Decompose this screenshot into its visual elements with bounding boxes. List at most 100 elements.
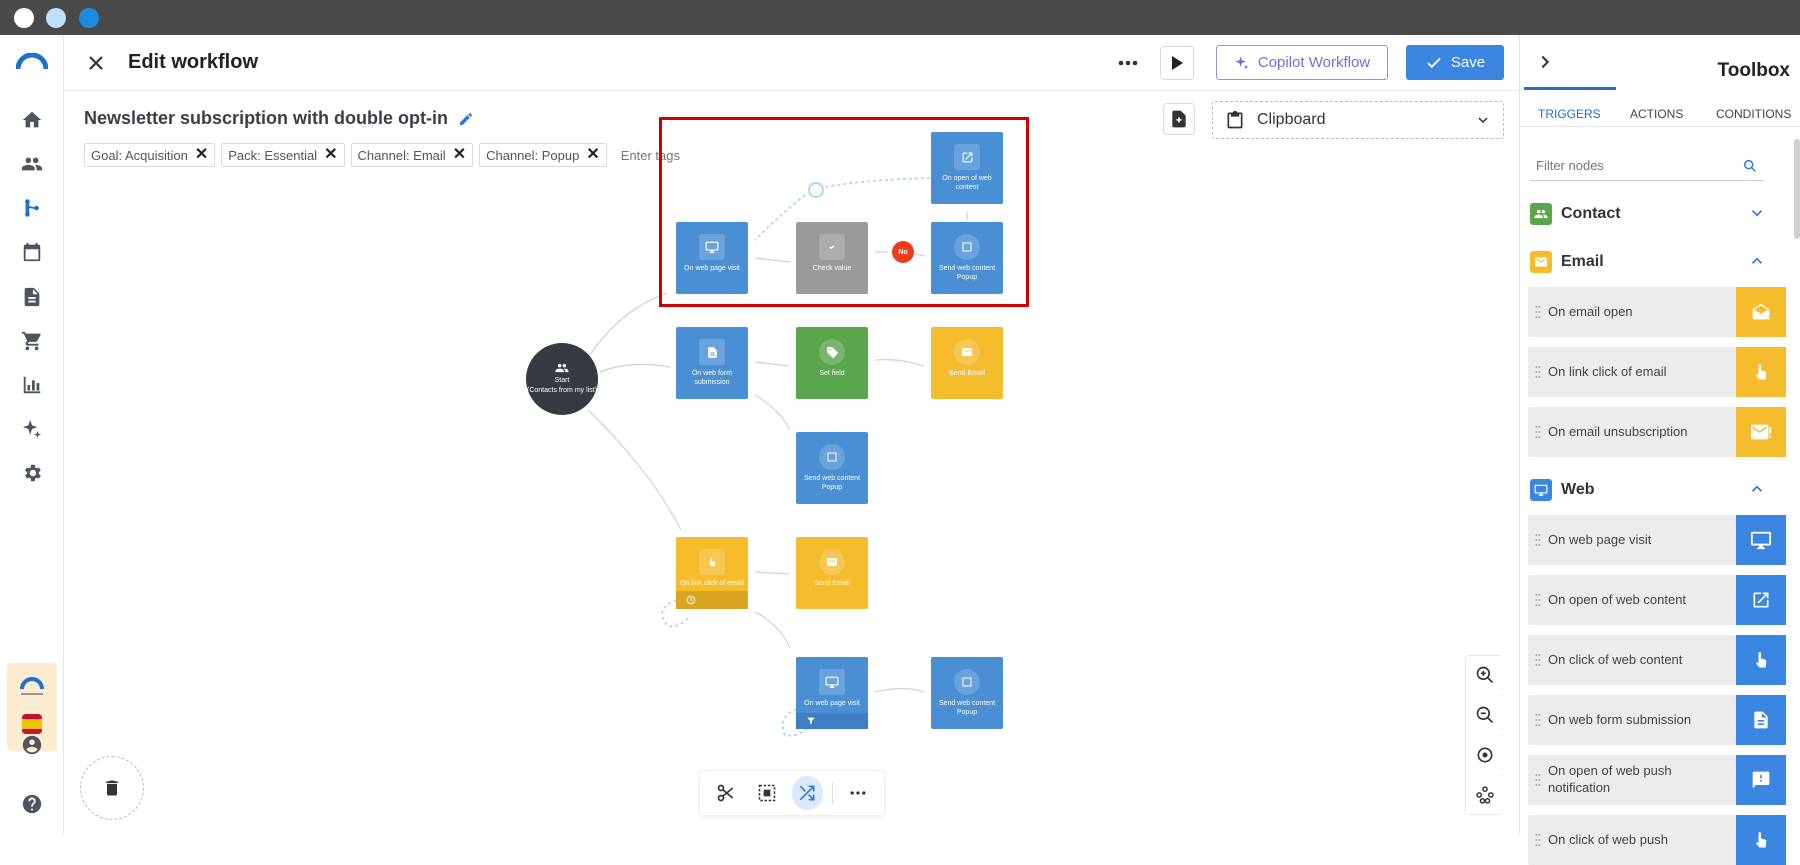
collapse-panel-icon[interactable] — [1534, 51, 1556, 73]
connector — [874, 687, 925, 693]
node-web-page-visit[interactable]: On web page visit — [676, 222, 748, 294]
popup-icon — [954, 234, 980, 260]
bar-chart-icon[interactable] — [20, 373, 44, 397]
toolbox-item-link-click-email[interactable]: On link click of email — [1528, 347, 1786, 397]
node-send-popup[interactable]: Send web content Popup — [931, 657, 1003, 729]
run-test-button[interactable] — [1160, 46, 1194, 80]
tag-chip[interactable]: Goal: Acquisition ✕ — [84, 143, 216, 167]
category-web[interactable]: Web — [1530, 477, 1770, 503]
pointer-hand-icon — [1736, 347, 1786, 397]
scissors-icon[interactable] — [710, 776, 742, 810]
drag-handle-icon[interactable] — [1528, 305, 1548, 319]
copilot-workflow-button[interactable]: Copilot Workflow — [1216, 45, 1388, 80]
edit-pencil-icon[interactable] — [458, 111, 474, 127]
window-minimize-button[interactable] — [46, 8, 66, 28]
toolbox-item-email-unsubscription[interactable]: On email unsubscription — [1528, 407, 1786, 457]
filter-nodes-input[interactable] — [1536, 158, 1716, 173]
more-options-icon[interactable] — [1114, 49, 1142, 77]
chevron-up-icon — [1751, 257, 1763, 264]
window-close-button[interactable] — [14, 8, 34, 28]
window-maximize-button[interactable] — [79, 8, 99, 28]
drag-handle-icon[interactable] — [1528, 425, 1548, 439]
play-icon — [1172, 56, 1183, 70]
document-icon[interactable] — [20, 285, 44, 309]
chevron-down-icon — [1478, 117, 1488, 124]
clipboard-dropdown[interactable]: Clipboard — [1212, 101, 1504, 139]
save-button[interactable]: Save — [1406, 45, 1504, 80]
node-web-page-visit[interactable]: On web page visit — [796, 657, 868, 729]
add-note-icon[interactable] — [1163, 103, 1195, 135]
toolbox-item-web-form-submission[interactable]: On web form submission — [1528, 695, 1786, 745]
popup-icon — [819, 444, 845, 470]
drag-handle-icon[interactable] — [1528, 833, 1548, 847]
auto-layout-icon[interactable] — [1466, 776, 1504, 814]
drag-handle-icon[interactable] — [1528, 533, 1548, 547]
node-link-click-email[interactable]: On link click of email — [676, 537, 748, 609]
node-set-field[interactable]: Set field — [796, 327, 868, 399]
node-check-value[interactable]: Check value — [796, 222, 868, 294]
node-send-email[interactable]: Send Email — [796, 537, 868, 609]
start-node[interactable]: Start (Contacts from my list) — [526, 343, 598, 415]
calendar-icon[interactable] — [20, 240, 44, 264]
search-icon[interactable] — [1742, 158, 1758, 174]
drag-handle-icon[interactable] — [1528, 593, 1548, 607]
brand-logo-icon[interactable] — [15, 52, 49, 71]
drag-handle-icon[interactable] — [1528, 773, 1548, 787]
shuffle-connect-icon[interactable] — [791, 776, 824, 810]
node-label: Send web content Popup — [938, 265, 996, 282]
workflow-icon[interactable] — [20, 196, 44, 220]
zoom-in-icon[interactable] — [1466, 656, 1504, 694]
delete-drop-zone[interactable] — [80, 756, 144, 820]
node-web-form-submission[interactable]: On web form submission — [676, 327, 748, 399]
drag-handle-icon[interactable] — [1528, 713, 1548, 727]
zoom-out-icon[interactable] — [1466, 696, 1504, 734]
toolbox-item-click-web-content[interactable]: On click of web content — [1528, 635, 1786, 685]
node-open-web-content[interactable]: On open of web content — [931, 132, 1003, 204]
filter-icon — [807, 717, 815, 725]
tag-label: Channel: Email — [357, 147, 446, 163]
tag-chip[interactable]: Channel: Email ✕ — [350, 143, 474, 167]
envelope-icon — [954, 339, 980, 365]
center-view-icon[interactable] — [1466, 736, 1504, 774]
toolbox-item-web-page-visit[interactable]: On web page visit — [1528, 515, 1786, 565]
tab-triggers[interactable]: TRIGGERS — [1538, 107, 1601, 121]
remove-tag-icon[interactable]: ✕ — [453, 147, 466, 163]
tag-label: Goal: Acquisition — [91, 147, 188, 163]
filter-nodes-field[interactable] — [1530, 151, 1764, 181]
workflow-name[interactable]: Newsletter subscription with double opt-… — [84, 108, 474, 129]
remove-tag-icon[interactable]: ✕ — [195, 147, 208, 163]
tab-actions[interactable]: ACTIONS — [1630, 107, 1683, 121]
tag-chip[interactable]: Channel: Popup ✕ — [479, 143, 607, 167]
category-contact[interactable]: Contact — [1530, 201, 1770, 227]
cart-icon[interactable] — [20, 329, 44, 353]
remove-tag-icon[interactable]: ✕ — [586, 147, 599, 163]
toolbox-item-label: On click of web push — [1548, 831, 1668, 847]
home-icon[interactable] — [20, 108, 44, 132]
remove-tag-icon[interactable]: ✕ — [324, 147, 337, 163]
pointer-hand-icon — [1736, 815, 1786, 865]
drag-handle-icon[interactable] — [1528, 653, 1548, 667]
close-editor-icon[interactable] — [84, 51, 108, 75]
toolbox-item-open-web-content[interactable]: On open of web content — [1528, 575, 1786, 625]
select-area-icon[interactable] — [751, 776, 783, 810]
help-icon[interactable] — [20, 792, 44, 816]
category-email[interactable]: Email — [1530, 249, 1770, 275]
node-send-popup[interactable]: Send web content Popup — [931, 222, 1003, 294]
node-send-popup[interactable]: Send web content Popup — [796, 432, 868, 504]
tag-chip[interactable]: Pack: Essential ✕ — [221, 143, 345, 167]
settings-gear-icon[interactable] — [20, 461, 44, 485]
account-icon[interactable] — [20, 733, 44, 757]
diamond-check-icon — [819, 234, 845, 260]
node-send-email[interactable]: Send Email — [931, 327, 1003, 399]
sparkle-icon[interactable] — [20, 417, 44, 441]
scrollbar[interactable] — [1794, 139, 1800, 239]
drag-handle-icon[interactable] — [1528, 365, 1548, 379]
toolbox-item-click-web-push[interactable]: On click of web push — [1528, 815, 1786, 865]
clipboard-icon — [1227, 110, 1243, 129]
toolbox-item-email-open[interactable]: On email open — [1528, 287, 1786, 337]
contacts-icon[interactable] — [20, 152, 44, 176]
more-options-icon[interactable] — [842, 776, 874, 810]
tab-conditions[interactable]: CONDITIONS — [1716, 107, 1791, 121]
toolbox-item-open-web-push[interactable]: On open of web push notification — [1528, 755, 1786, 805]
group-icon — [555, 364, 569, 373]
